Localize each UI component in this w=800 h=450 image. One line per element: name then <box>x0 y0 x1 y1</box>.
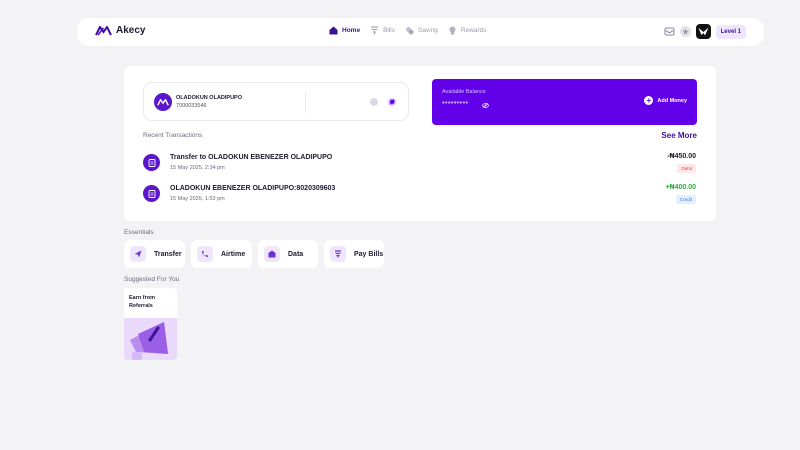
rewards-icon <box>448 26 457 35</box>
profile-avatar[interactable] <box>695 24 711 39</box>
top-nav: Akecy Home Bills Saving Rewards Level 1 <box>77 18 764 46</box>
saving-icon <box>405 26 414 35</box>
essential-transfer[interactable]: Transfer <box>124 240 185 268</box>
badge-icon[interactable] <box>679 26 691 37</box>
nav-label-home: Home <box>342 27 361 34</box>
receipt-icon <box>143 185 160 202</box>
nav-item-saving[interactable]: Saving <box>405 26 438 35</box>
megaphone-illustration <box>124 318 177 360</box>
referral-card[interactable]: Earn from Referrals <box>124 288 177 360</box>
essential-airtime[interactable]: Airtime <box>191 240 252 268</box>
add-money-button[interactable]: + Add Money <box>644 96 687 105</box>
account-card: OLADOKUN OLADIPUPO 7000033546 <box>143 82 409 121</box>
balance-card: Available Balance ********* + Add Money <box>432 79 697 125</box>
brand-name: Akecy <box>116 25 146 36</box>
nav-menu: Home Bills Saving Rewards <box>329 26 487 35</box>
send-icon <box>130 246 146 262</box>
nav-actions: Level 1 <box>664 24 746 39</box>
balance-label: Available Balance <box>442 89 486 95</box>
brand[interactable]: Akecy <box>95 25 145 36</box>
referral-card-title: Earn from Referrals <box>129 295 155 309</box>
nav-item-rewards[interactable]: Rewards <box>448 26 487 35</box>
eye-off-icon[interactable] <box>482 103 489 108</box>
data-icon <box>264 246 280 262</box>
add-money-label: Add Money <box>657 97 687 104</box>
divider <box>305 92 306 113</box>
transaction-amount: -₦450.00 <box>667 153 696 160</box>
bills-icon <box>370 26 379 35</box>
transaction-title: Transfer to OLADOKUN EBENEZER OLADIPUPO <box>170 154 333 161</box>
transaction-date: 15 May 2025, 1:53 pm <box>170 196 225 202</box>
nav-label-bills: Bills <box>383 27 395 34</box>
nav-label-saving: Saving <box>417 27 438 34</box>
receipt-icon <box>143 154 160 171</box>
home-icon <box>329 26 338 35</box>
essential-label: Airtime <box>221 250 246 258</box>
essential-data[interactable]: Data <box>258 240 318 268</box>
account-logo <box>154 93 172 111</box>
recent-transactions-title: Recent Transactions <box>143 132 203 139</box>
nav-item-bills[interactable]: Bills <box>370 26 395 35</box>
essential-label: Data <box>288 250 304 258</box>
see-more-link[interactable]: See More <box>661 131 697 140</box>
balance-value: ********* <box>442 101 469 108</box>
credit-badge: Credit <box>675 195 696 204</box>
nav-label-rewards: Rewards <box>460 27 487 34</box>
essential-label: Transfer <box>154 250 182 258</box>
plus-icon: + <box>644 96 654 105</box>
essential-label: Pay Bills <box>354 250 384 258</box>
nav-item-home[interactable]: Home <box>329 26 360 35</box>
copy-icon[interactable] <box>387 97 397 107</box>
inbox-icon[interactable] <box>664 26 675 37</box>
transaction-row[interactable]: Transfer to OLADOKUN EBENEZER OLADIPUPO … <box>143 150 699 174</box>
debit-badge: Debit <box>677 164 696 173</box>
bird-icon <box>698 27 709 36</box>
level-badge[interactable]: Level 1 <box>715 24 746 39</box>
transaction-row[interactable]: OLADOKUN EBENEZER OLADIPUPO:8020309603 1… <box>143 181 699 205</box>
essentials-title: Essentials <box>124 229 154 236</box>
transaction-amount: +₦400.00 <box>665 184 696 191</box>
account-name: OLADOKUN OLADIPUPO <box>176 95 242 101</box>
transaction-title: OLADOKUN EBENEZER OLADIPUPO:8020309603 <box>170 185 336 192</box>
essential-pay-bills[interactable]: Pay Bills <box>324 240 384 268</box>
account-number: 7000033546 <box>176 103 207 109</box>
bills-icon <box>330 246 346 262</box>
logo-icon <box>157 98 169 106</box>
share-icon[interactable] <box>370 98 378 106</box>
dashboard-card: OLADOKUN OLADIPUPO 7000033546 Available … <box>124 66 716 221</box>
suggested-title: Suggested For You <box>124 276 180 283</box>
megaphone-icon <box>130 322 168 360</box>
phone-icon <box>197 246 213 262</box>
transaction-date: 15 May 2025, 2:34 pm <box>170 165 225 171</box>
logo-icon <box>95 25 112 35</box>
